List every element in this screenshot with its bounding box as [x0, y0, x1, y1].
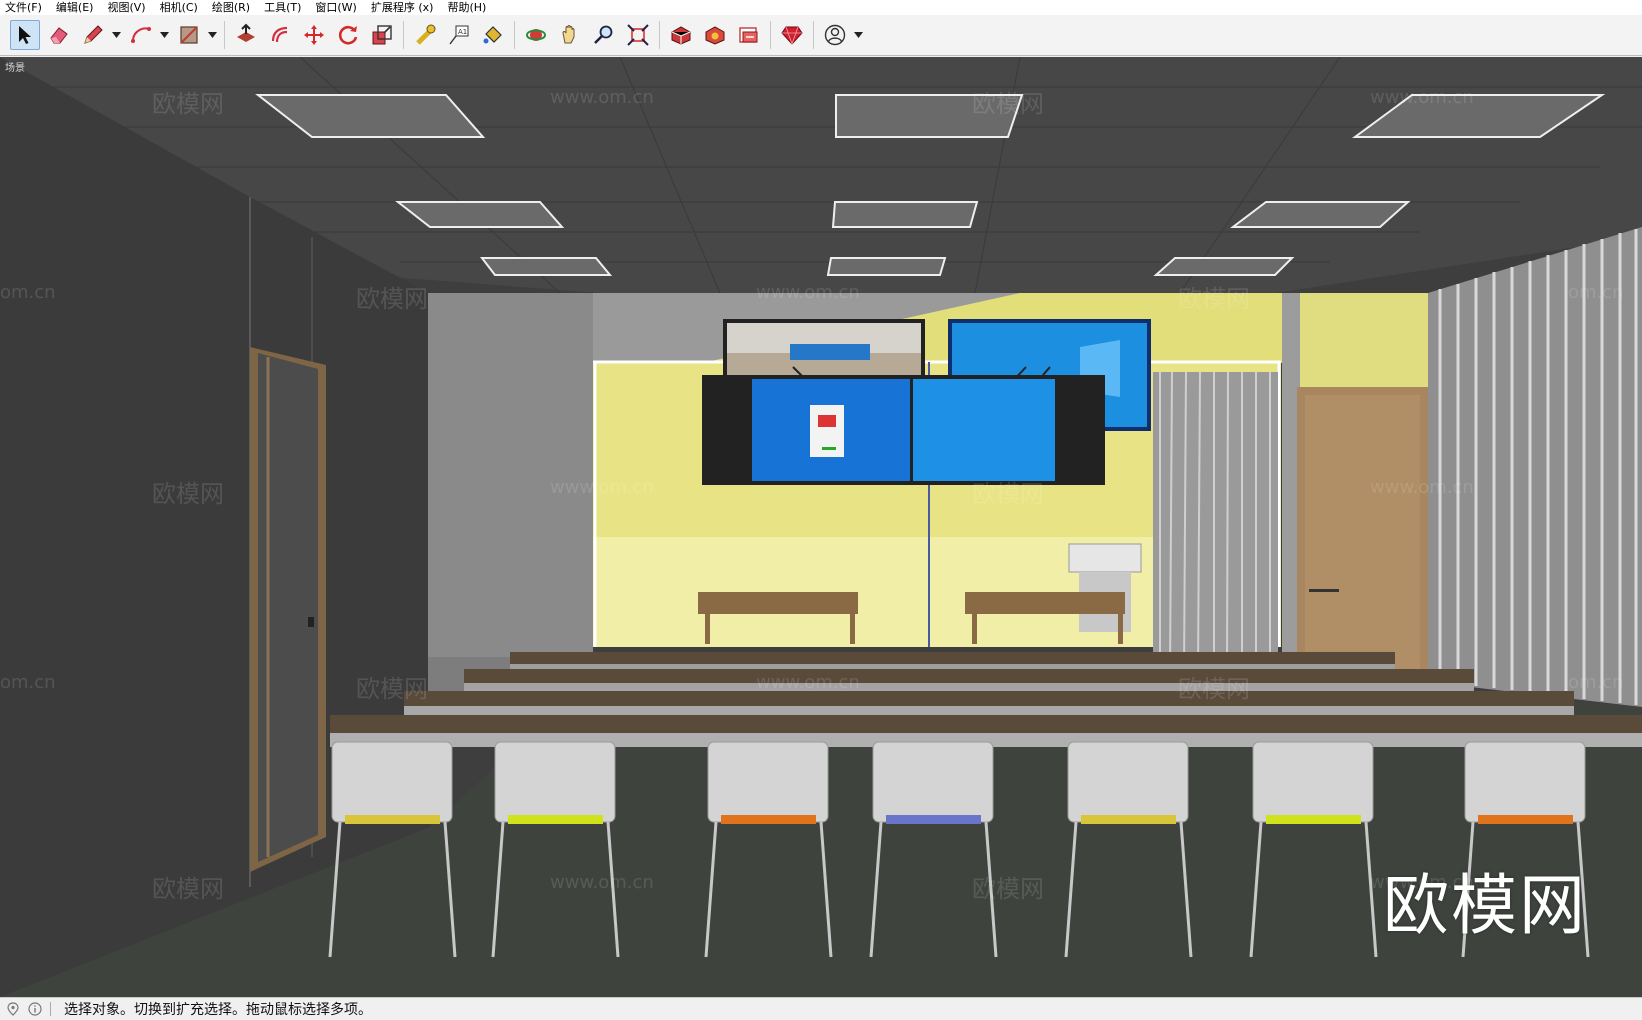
layout-button[interactable] [734, 20, 764, 50]
scale-tool[interactable] [367, 20, 397, 50]
3d-viewport[interactable]: 场景 欧模网 www.om.cn 欧模网 www.om.cn om.cn 欧模网… [0, 57, 1642, 997]
chevron-down-icon [111, 32, 121, 38]
offset-icon [271, 26, 288, 43]
rectangle-icon [180, 26, 198, 44]
toolbar-separator [770, 21, 771, 49]
move-icon [304, 25, 324, 45]
toolbar-separator [403, 21, 404, 49]
left-door [250, 347, 326, 872]
paint-bucket-icon [483, 26, 502, 44]
geo-location-icon[interactable] [4, 1000, 22, 1018]
paint-bucket-tool[interactable] [478, 20, 508, 50]
menu-item[interactable]: 绘图(R) [205, 0, 257, 15]
account-button-dropdown[interactable] [852, 20, 864, 50]
menu-item[interactable]: 视图(V) [100, 0, 152, 15]
3d-warehouse-icon [671, 26, 691, 45]
zoom-icon [594, 25, 613, 44]
extension-warehouse-button[interactable] [700, 20, 730, 50]
menu-item[interactable]: 相机(C) [153, 0, 205, 15]
main-toolbar: A1 [0, 15, 1642, 56]
3d-warehouse-button[interactable] [666, 20, 696, 50]
rectangle-tool[interactable] [174, 20, 204, 50]
extension-warehouse-icon [705, 26, 725, 45]
arc-tool-dropdown[interactable] [158, 20, 170, 50]
pan-tool[interactable] [555, 20, 585, 50]
text-tool[interactable]: A1 [444, 20, 474, 50]
back-curtain [1153, 371, 1278, 673]
menu-item[interactable]: 文件(F) [0, 0, 49, 15]
status-bar: 选择对象。切换到扩充选择。拖动鼠标选择多项。 [0, 997, 1642, 1020]
arc-icon [131, 27, 151, 43]
pencil-line-tool[interactable] [78, 20, 108, 50]
scale-icon [372, 25, 392, 45]
ruby-console-icon [781, 26, 803, 46]
zoom-extents-icon [627, 24, 649, 46]
info-icon[interactable] [26, 1000, 44, 1018]
pencil-line-icon [84, 25, 103, 44]
menu-item[interactable]: 扩展程序 (x) [364, 0, 441, 15]
menu-item[interactable]: 窗口(W) [308, 0, 363, 15]
rotate-tool[interactable] [333, 20, 363, 50]
eraser-tool[interactable] [44, 20, 74, 50]
account-button[interactable] [820, 20, 850, 50]
text-icon: A1 [449, 25, 469, 45]
menu-item[interactable]: 编辑(E) [49, 0, 101, 15]
zoom-extents-tool[interactable] [623, 20, 653, 50]
svg-text:A1: A1 [458, 28, 467, 36]
status-text: 选择对象。切换到扩充选择。拖动鼠标选择多项。 [64, 1002, 372, 1018]
toolbar-separator [659, 21, 660, 49]
offset-tool[interactable] [265, 20, 295, 50]
push-pull-tool[interactable] [231, 20, 261, 50]
tape-measure-tool[interactable] [410, 20, 440, 50]
rectangle-tool-dropdown[interactable] [206, 20, 218, 50]
layout-icon [739, 27, 758, 43]
right-curtain [1428, 227, 1642, 707]
menu-item[interactable]: 帮助(H) [440, 0, 493, 15]
chevron-down-icon [853, 32, 863, 38]
move-tool[interactable] [299, 20, 329, 50]
zoom-tool[interactable] [589, 20, 619, 50]
arc-tool[interactable] [126, 20, 156, 50]
chevron-down-icon [207, 32, 217, 38]
scene-tab[interactable]: 场景 [5, 59, 25, 74]
smart-blackboard [702, 375, 1105, 485]
ruby-console-button[interactable] [777, 20, 807, 50]
menu-bar: 文件(F) 编辑(E) 视图(V) 相机(C) 绘图(R) 工具(T) 窗口(W) 扩展程序 … [0, 0, 1642, 15]
menu-item[interactable]: 工具(T) [257, 0, 308, 15]
status-divider-icon [48, 1000, 54, 1018]
pan-icon [562, 25, 575, 44]
push-pull-icon [237, 23, 255, 42]
select-icon [19, 26, 31, 44]
toolbar-separator [224, 21, 225, 49]
side-partition [428, 293, 593, 657]
logo-watermark: 欧模网 [1383, 867, 1587, 944]
rotate-icon [338, 25, 358, 45]
chevron-down-icon [159, 32, 169, 38]
lectern [1068, 543, 1142, 632]
pencil-line-tool-dropdown[interactable] [110, 20, 122, 50]
toolbar-separator [514, 21, 515, 49]
select-tool[interactable] [10, 20, 40, 50]
eraser-icon [50, 27, 68, 44]
account-icon [824, 24, 846, 46]
toolbar-separator [813, 21, 814, 49]
tape-measure-icon [416, 24, 436, 45]
orbit-tool[interactable] [521, 20, 551, 50]
orbit-icon [526, 29, 546, 41]
